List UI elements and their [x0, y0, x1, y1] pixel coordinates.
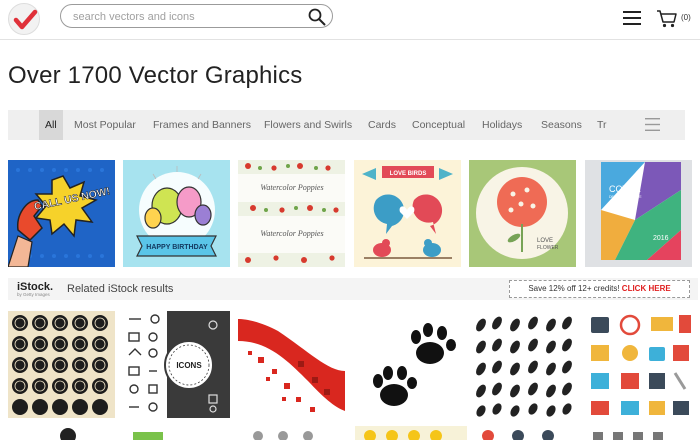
partial-thumbnails-graphic: [60, 426, 663, 440]
svg-text:FLOWER: FLOWER: [537, 245, 559, 251]
thumbnail-happy-birthday[interactable]: HAPPY BIRTHDAY: [123, 160, 230, 267]
vintage-badges-graphic: [8, 311, 115, 418]
more-categories-icon[interactable]: [645, 118, 660, 131]
top-header: (0): [0, 0, 700, 40]
love-birds-text: LOVE BIRDS: [390, 171, 427, 177]
svg-text:Watercolor Poppies: Watercolor Poppies: [260, 229, 323, 238]
red-pixel-wave-graphic: [238, 311, 345, 418]
istock-related-label: Related iStock results: [67, 283, 174, 295]
love-flower-text: LOVE FLOWER: [537, 238, 559, 251]
cover-design-text: COVER DESIGN TEMPLATE 2016: [609, 184, 669, 242]
istock-results-bar: iStock. by Getty Images Related iStock r…: [8, 278, 698, 300]
svg-text:COVER: COVER: [609, 184, 642, 194]
svg-text:DESIGN TEMPLATE: DESIGN TEMPLATE: [609, 195, 642, 199]
istock-thumb-footprints[interactable]: [469, 311, 576, 418]
paw-prints-graphic: [354, 311, 461, 418]
istock-promo-banner[interactable]: Save 12% off 12+ credits! CLICK HERE: [509, 280, 690, 298]
svg-text:LOVE BIRDS: LOVE BIRDS: [390, 171, 427, 177]
office-icons-graphic: [585, 311, 692, 418]
svg-text:HAPPY BIRTHDAY: HAPPY BIRTHDAY: [146, 244, 208, 251]
category-travel[interactable]: Tr: [591, 110, 613, 140]
svg-text:2016: 2016: [653, 235, 669, 242]
footprints-graphic: [469, 311, 576, 418]
category-holidays[interactable]: Holidays: [476, 110, 528, 140]
happy-birthday-text: HAPPY BIRTHDAY: [146, 244, 208, 251]
thumbnail-watercolor-poppies[interactable]: Watercolor Poppies Watercolor Poppies: [238, 160, 345, 267]
page-title: Over 1700 Vector Graphics: [8, 62, 303, 89]
hamburger-menu-icon[interactable]: [623, 11, 641, 25]
istock-thumb-paw-prints[interactable]: [354, 311, 461, 418]
cart-button[interactable]: (0): [656, 9, 700, 29]
thumbnail-call-us-now[interactable]: CALL US NOW!: [8, 160, 115, 267]
svg-text:ICONS: ICONS: [176, 361, 202, 370]
category-bar: All Most Popular Frames and Banners Flow…: [8, 110, 685, 140]
call-us-now-text: CALL US NOW!: [33, 185, 112, 213]
promo-click-here-link[interactable]: CLICK HERE: [622, 284, 671, 293]
category-seasons[interactable]: Seasons: [535, 110, 588, 140]
category-frames-and-banners[interactable]: Frames and Banners: [147, 110, 257, 140]
category-most-popular[interactable]: Most Popular: [68, 110, 142, 140]
shopping-cart-icon: [657, 10, 677, 28]
checkmark-logo-icon: [13, 9, 38, 30]
site-logo[interactable]: [8, 3, 40, 35]
search-box: [60, 4, 333, 28]
search-input[interactable]: [73, 8, 303, 25]
svg-text:CALL US NOW!: CALL US NOW!: [33, 185, 111, 213]
category-cards[interactable]: Cards: [362, 110, 402, 140]
istock-thumb-red-pixels[interactable]: [238, 311, 345, 418]
svg-text:Watercolor Poppies: Watercolor Poppies: [260, 183, 323, 192]
icons-set-text: ICONS: [176, 361, 202, 370]
category-flowers-and-swirls[interactable]: Flowers and Swirls: [258, 110, 358, 140]
thumbnail-love-flower[interactable]: LOVE FLOWER: [469, 160, 576, 267]
search-icon[interactable]: [308, 8, 326, 26]
istock-thumb-badges[interactable]: [8, 311, 115, 418]
istock-thumb-office-icons[interactable]: [585, 311, 692, 418]
thumbnail-love-birds[interactable]: LOVE BIRDS: [354, 160, 461, 267]
promo-text: Save 12% off 12+ credits!: [528, 284, 620, 293]
cart-count: (0): [681, 13, 691, 22]
thumbnail-cover-design[interactable]: COVER DESIGN TEMPLATE 2016: [585, 160, 692, 267]
istock-thumbnail-row-partial: [8, 426, 698, 440]
svg-text:LOVE: LOVE: [537, 238, 553, 244]
category-conceptual[interactable]: Conceptual: [406, 110, 471, 140]
istock-thumb-icons-set[interactable]: ICONS: [123, 311, 230, 418]
category-all[interactable]: All: [39, 110, 63, 140]
istock-logo-subtitle: by Getty Images: [17, 292, 50, 297]
watercolor-poppies-text: Watercolor Poppies Watercolor Poppies: [260, 183, 323, 238]
